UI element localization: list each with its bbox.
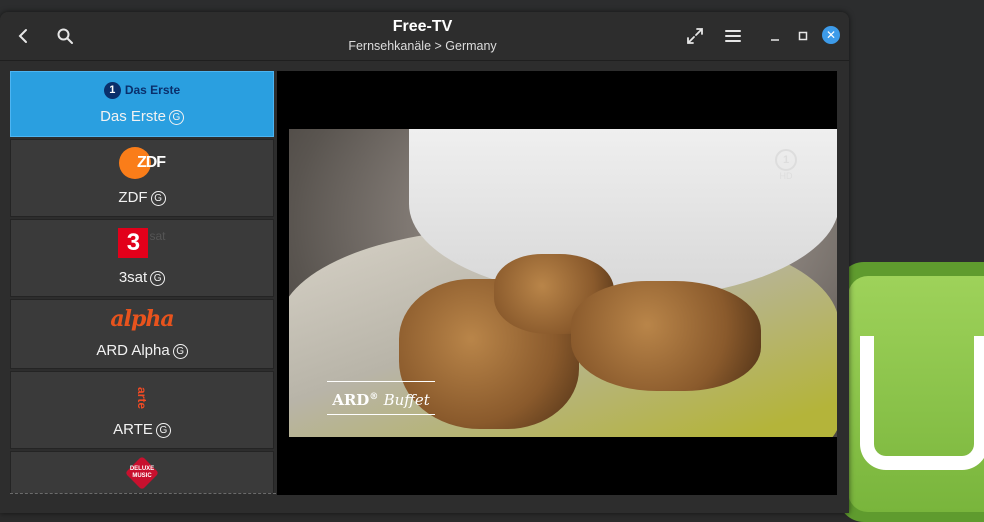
window-title: Free-TV bbox=[392, 18, 453, 35]
channel-name: ZDF G bbox=[11, 189, 273, 206]
3sat-logo-box: 3 bbox=[118, 228, 149, 258]
deluxe-music-logo-text: DELUXE MUSIC bbox=[129, 466, 155, 479]
close-icon: ✕ bbox=[825, 28, 837, 42]
deluxe-music-logo: DELUXE MUSIC bbox=[11, 456, 273, 490]
arte-logo: arte bbox=[11, 376, 273, 412]
3sat-logo: 3 sat bbox=[11, 226, 273, 260]
channel-label: ARD Alpha bbox=[96, 342, 170, 359]
linux-mint-logo bbox=[838, 262, 984, 522]
channel-item-arte[interactable]: arte ARTE G bbox=[10, 371, 274, 449]
channel-item-das-erste[interactable]: 1 Das Erste Das Erste G bbox=[10, 71, 274, 137]
alpha-logo-text: alpha bbox=[110, 306, 174, 332]
channel-item-ard-alpha[interactable]: alpha ARD Alpha G bbox=[10, 299, 274, 369]
das-erste-mark: 1 bbox=[103, 81, 121, 99]
channel-label: Das Erste bbox=[100, 108, 166, 125]
zdf-logo: ZDF bbox=[11, 146, 273, 180]
header-bar: Free-TV Fernsehkanäle > Germany ✕ bbox=[0, 12, 849, 61]
fullscreen-button[interactable] bbox=[680, 21, 710, 51]
breadcrumb: Fernsehkanäle > Germany bbox=[348, 39, 497, 53]
show-bug-script: Buffet bbox=[383, 391, 430, 409]
channel-item-zdf[interactable]: ZDF ZDF G bbox=[10, 139, 274, 217]
channel-label: ZDF bbox=[118, 189, 148, 206]
channel-badge: G bbox=[150, 271, 166, 286]
channel-name: ARD Alpha G bbox=[11, 342, 273, 359]
app-window: Free-TV Fernsehkanäle > Germany ✕ 1 Das … bbox=[0, 12, 849, 513]
ard-alpha-logo: alpha bbox=[11, 306, 273, 332]
channel-badge: G bbox=[155, 423, 171, 438]
maximize-icon bbox=[798, 31, 808, 41]
search-icon bbox=[57, 28, 73, 44]
expand-icon bbox=[687, 28, 703, 44]
maximize-button[interactable] bbox=[788, 21, 818, 51]
channel-item-deluxe-music[interactable]: DELUXE MUSIC bbox=[10, 451, 274, 493]
video-scene-bread bbox=[571, 281, 761, 391]
channel-badge: G bbox=[150, 191, 166, 206]
channel-name: Das Erste G bbox=[11, 108, 273, 125]
main-content: 1 Das Erste Das Erste G ZDF ZDF G 3 sat … bbox=[0, 61, 849, 513]
zdf-logo-text: ZDF bbox=[136, 154, 166, 171]
channel-label: ARTE bbox=[113, 421, 153, 438]
station-bug: 1 HD bbox=[773, 149, 799, 181]
back-button[interactable] bbox=[8, 21, 38, 51]
das-erste-logo: 1 Das Erste bbox=[11, 80, 273, 100]
station-bug-hd: HD bbox=[779, 171, 793, 181]
channel-label: 3sat bbox=[118, 269, 148, 286]
chevron-left-icon bbox=[18, 29, 27, 43]
arte-logo-text: arte bbox=[134, 386, 149, 410]
video-frame: 1 HD ARD® Buffet bbox=[289, 129, 837, 437]
station-bug-logo: 1 bbox=[775, 149, 797, 171]
close-button[interactable]: ✕ bbox=[822, 26, 840, 44]
channel-list[interactable]: 1 Das Erste Das Erste G ZDF ZDF G 3 sat … bbox=[10, 71, 276, 494]
channel-item-3sat[interactable]: 3 sat 3sat G bbox=[10, 219, 274, 297]
channel-badge: G bbox=[168, 110, 184, 125]
channel-name: 3sat G bbox=[11, 269, 273, 286]
show-bug-reg: ® bbox=[369, 392, 379, 402]
video-player[interactable]: 1 HD ARD® Buffet bbox=[277, 71, 837, 495]
minimize-icon bbox=[771, 39, 779, 41]
title-area: Free-TV Fernsehkanäle > Germany bbox=[240, 17, 605, 55]
das-erste-logo-text: Das Erste bbox=[124, 83, 181, 97]
show-bug-ard: ARD bbox=[332, 391, 370, 409]
minimize-button[interactable] bbox=[760, 21, 790, 51]
search-button[interactable] bbox=[50, 21, 80, 51]
channel-name: ARTE G bbox=[11, 421, 273, 438]
menu-button[interactable] bbox=[718, 21, 748, 51]
channel-badge: G bbox=[172, 344, 188, 359]
hamburger-menu-icon bbox=[725, 30, 741, 42]
show-bug: ARD® Buffet bbox=[327, 381, 435, 415]
3sat-logo-suffix: sat bbox=[149, 229, 166, 243]
